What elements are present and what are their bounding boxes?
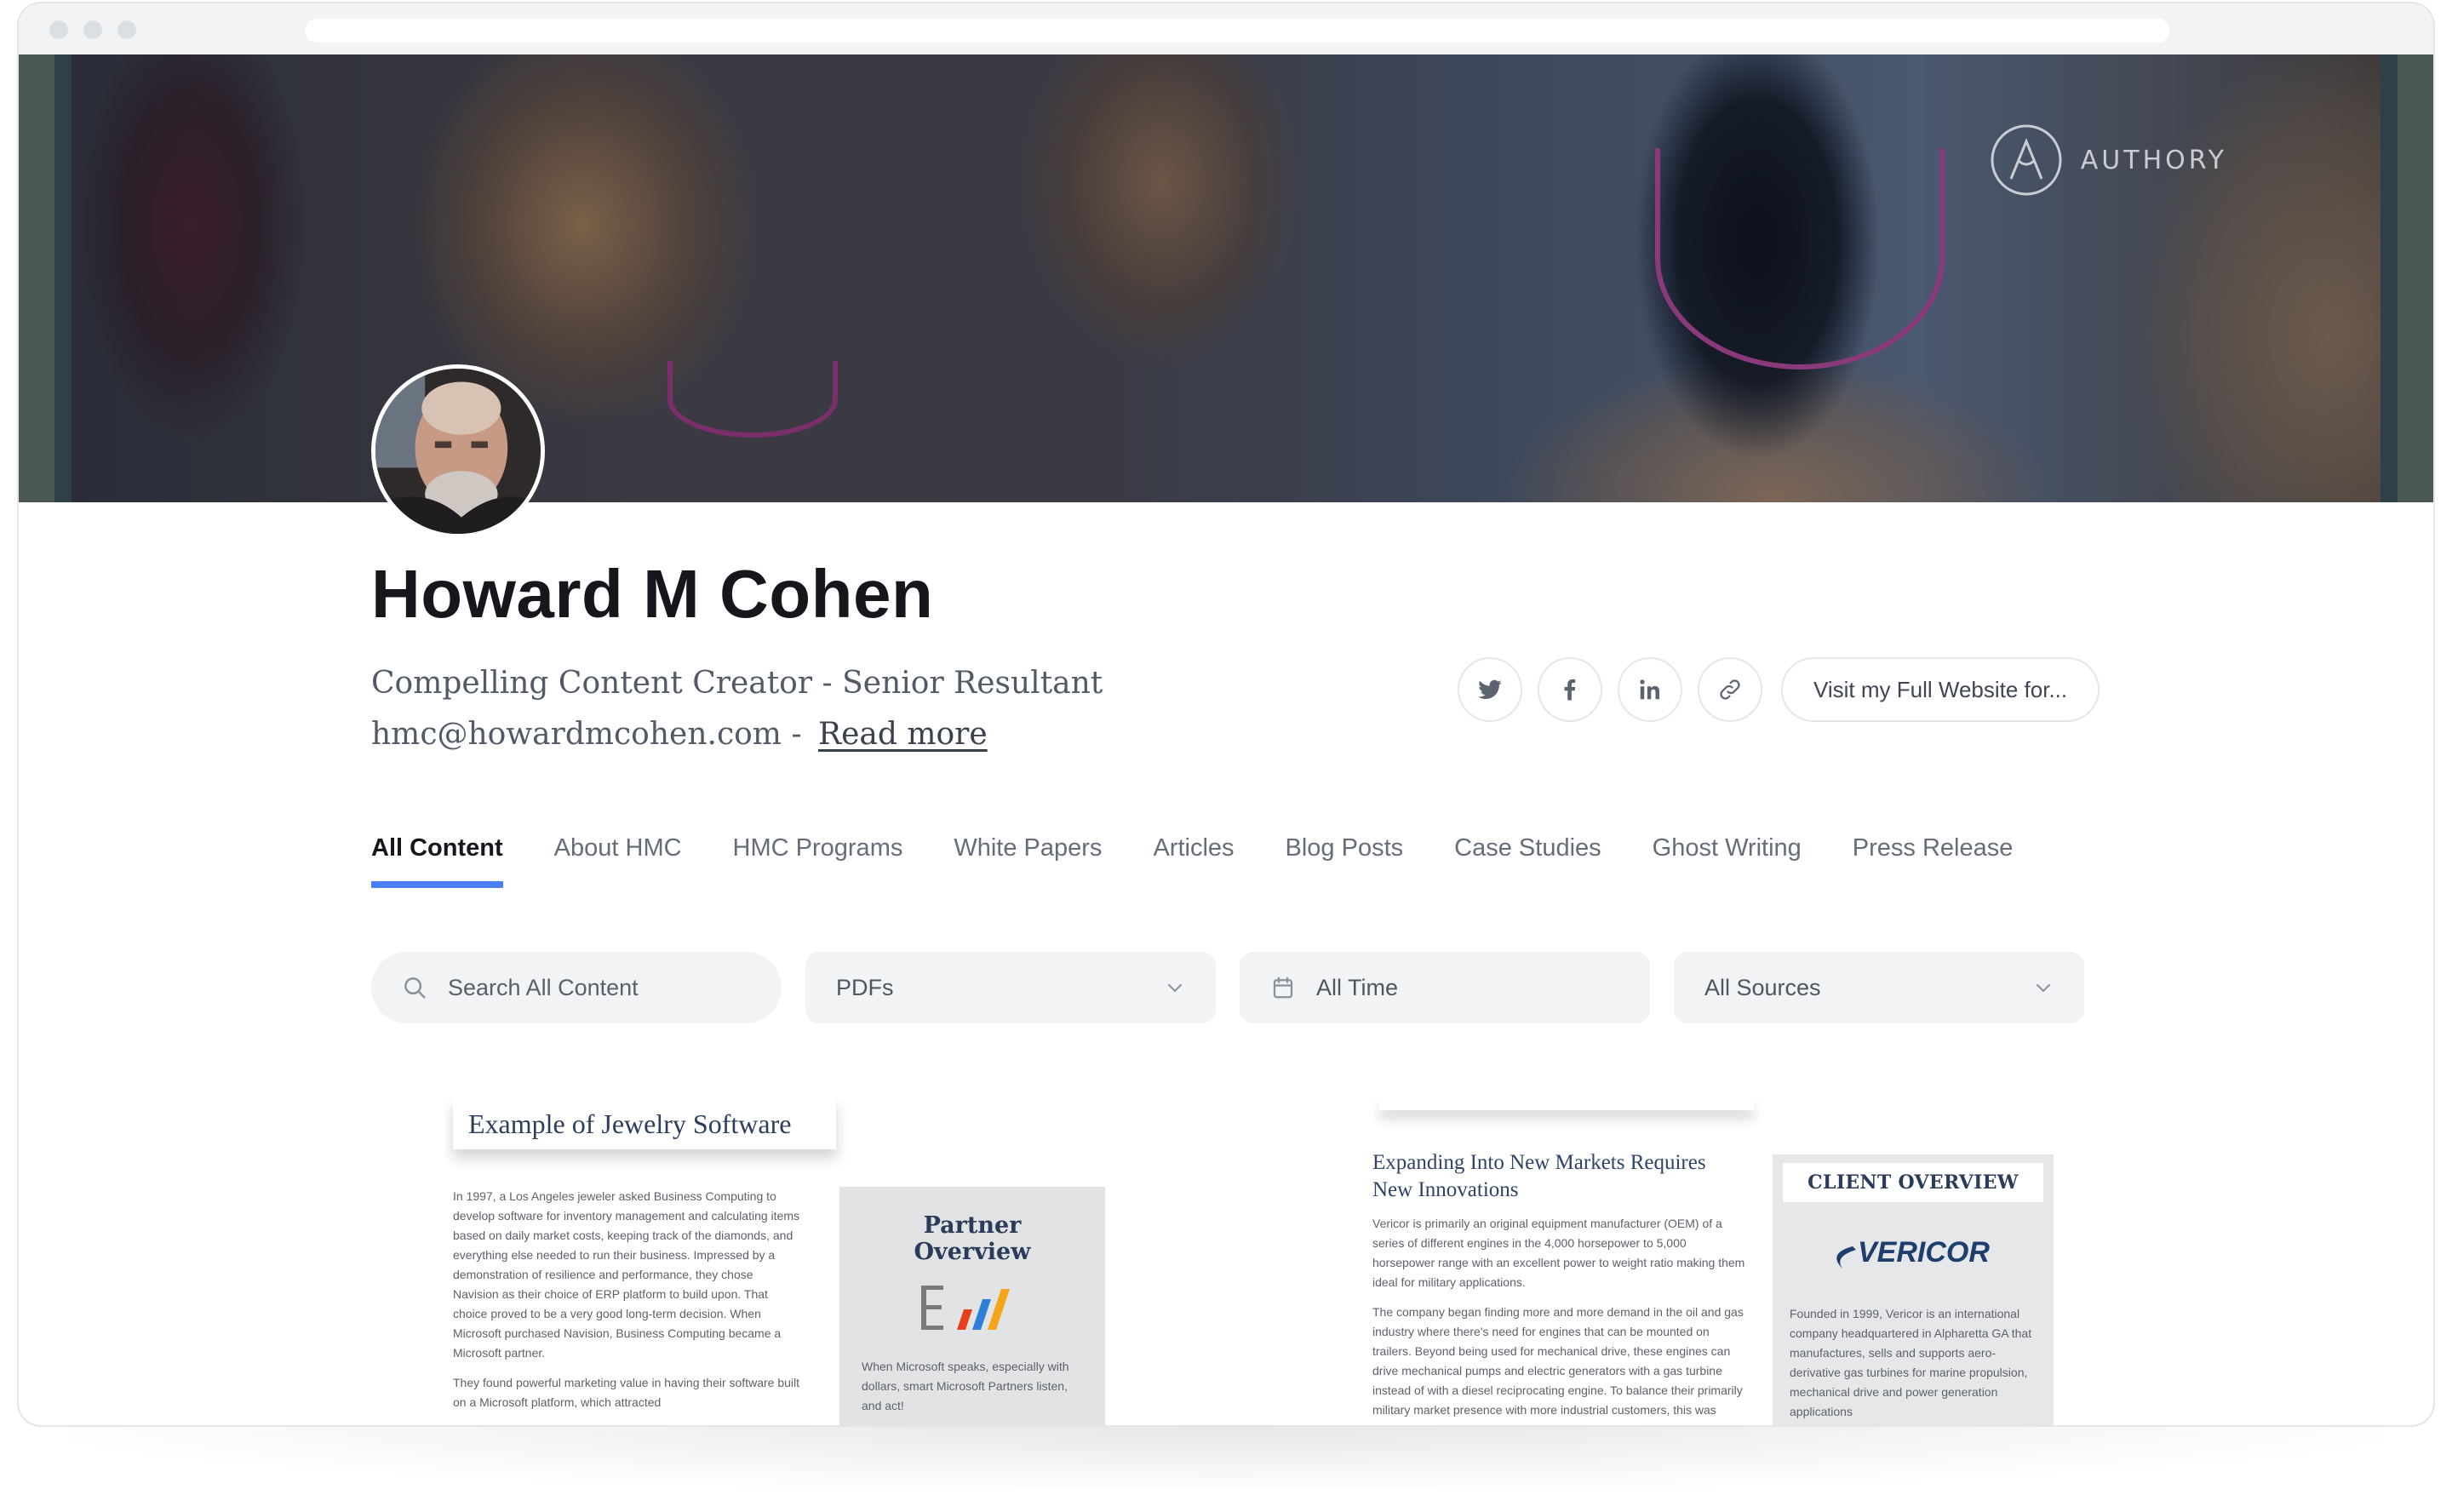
content-tabs: All Content About HMC HMC Programs White… [371, 834, 2013, 888]
browser-toolbar [19, 3, 2433, 54]
tab-ghost-writing[interactable]: Ghost Writing [1653, 834, 1802, 888]
visit-website-button[interactable]: Visit my Full Website for... [1781, 657, 2100, 722]
content-type-select[interactable]: PDFs [805, 952, 1216, 1023]
vericor-logo-icon: VERICOR [1836, 1236, 1990, 1269]
card-sidebar: CLIENT OVERVIEW VERICOR Founded in 1999,… [1773, 1154, 2054, 1425]
sidebar-title: Partner Overview [914, 1212, 1031, 1265]
website-link-button[interactable] [1698, 657, 1762, 722]
date-range-value: All Time [1316, 974, 1399, 1000]
partner-logo [862, 1280, 1083, 1335]
search-icon [404, 977, 426, 999]
chevron-down-icon [2037, 984, 2050, 993]
vericor-logo: VERICOR [1783, 1231, 2043, 1275]
card-sidebar: Partner Overview When Microsoft speaks, … [839, 1187, 1105, 1427]
dog-collar-decoration [1655, 148, 1945, 369]
facebook-icon [1564, 679, 1576, 701]
sidebar-body: When Microsoft speaks, especially with d… [862, 1357, 1083, 1427]
card-title: Example of Jewelry Software [468, 1108, 792, 1139]
tab-press-release[interactable]: Press Release [1853, 834, 2014, 888]
card-body: In 1997, a Los Angeles jeweler asked Bus… [453, 1187, 802, 1423]
sidebar-paragraph: When Microsoft speaks, especially with d… [862, 1360, 1069, 1412]
linkedin-button[interactable] [1618, 657, 1682, 722]
facebook-button[interactable] [1538, 657, 1602, 722]
sidebar-paragraph: Founded in 1999, Vericor is an internati… [1790, 1307, 2032, 1418]
authory-logo-icon [1991, 124, 2062, 196]
tab-blog-posts[interactable]: Blog Posts [1286, 834, 1404, 888]
twitter-icon [1478, 679, 1502, 699]
vericor-logo-text: VERICOR [1858, 1236, 1990, 1269]
window-minimize-button[interactable] [83, 20, 102, 39]
profile-email: hmc@howardmcohen.com - [371, 717, 811, 752]
window-maximize-button[interactable] [117, 20, 136, 39]
profile-bio: hmc@howardmcohen.com - Read more [371, 717, 988, 752]
tab-articles[interactable]: Articles [1153, 834, 1234, 888]
date-range-picker[interactable]: All Time [1240, 952, 1650, 1023]
tab-about-hmc[interactable]: About HMC [554, 834, 682, 888]
content-card[interactable]: Example of Jewelry Software In 1997, a L… [444, 1098, 1109, 1427]
avatar-photo [375, 369, 541, 534]
tab-all-content[interactable]: All Content [371, 834, 503, 888]
card-title: Expanding Into New Markets Requires New … [1372, 1151, 1706, 1201]
tab-white-papers[interactable]: White Papers [954, 834, 1102, 888]
sidebar-body: Founded in 1999, Vericor is an internati… [1783, 1304, 2043, 1422]
search-input[interactable]: Search All Content [371, 952, 782, 1023]
profile-name: Howard M Cohen [371, 556, 934, 632]
browser-window: AUTHORY Howard M Cohen Compelling Conten… [17, 2, 2435, 1427]
source-select[interactable]: All Sources [1674, 952, 2084, 1023]
search-placeholder: Search All Content [448, 974, 639, 1000]
read-more-link[interactable]: Read more [818, 717, 988, 752]
dog-collar-decoration [667, 361, 838, 438]
filter-bar: Search All Content PDFs All Time All Sou… [371, 952, 2084, 1023]
authory-wordmark: AUTHORY [2080, 145, 2227, 175]
social-links: Visit my Full Website for... [1458, 657, 2100, 722]
card-paragraph: In 1997, a Los Angeles jeweler asked Bus… [453, 1189, 799, 1360]
card-paragraph: They found powerful marketing value in h… [453, 1376, 799, 1409]
window-close-button[interactable] [49, 20, 68, 39]
card-body: Vericor is primarily an original equipme… [1372, 1214, 1747, 1425]
avatar[interactable] [371, 364, 545, 538]
tab-hmc-programs[interactable]: HMC Programs [733, 834, 903, 888]
e-bar-chart-logo-icon [921, 1286, 1010, 1330]
card-title-box [1379, 1098, 1754, 1110]
source-value: All Sources [1704, 974, 1821, 1000]
content-type-value: PDFs [836, 974, 894, 1000]
sidebar-paragraph: One such partner is Business [862, 1426, 1083, 1427]
authory-brand[interactable]: AUTHORY [1989, 123, 2227, 198]
link-icon [1720, 679, 1740, 700]
twitter-button[interactable] [1458, 657, 1522, 722]
window-shadow [68, 1422, 2384, 1490]
chevron-down-icon [1168, 984, 1182, 993]
calendar-icon [1273, 976, 1293, 999]
card-title-box: Example of Jewelry Software [453, 1098, 836, 1149]
address-bar[interactable] [305, 19, 2169, 43]
content-card[interactable]: Expanding Into New Markets Requires New … [1364, 1098, 2079, 1425]
linkedin-icon [1640, 679, 1659, 700]
card-paragraph: Vericor is primarily an original equipme… [1372, 1217, 1745, 1289]
profile-tagline: Compelling Content Creator - Senior Resu… [371, 666, 1103, 701]
card-paragraph: The company began finding more and more … [1372, 1305, 1744, 1417]
tab-case-studies[interactable]: Case Studies [1454, 834, 1601, 888]
sidebar-title: CLIENT OVERVIEW [1783, 1163, 2043, 1202]
